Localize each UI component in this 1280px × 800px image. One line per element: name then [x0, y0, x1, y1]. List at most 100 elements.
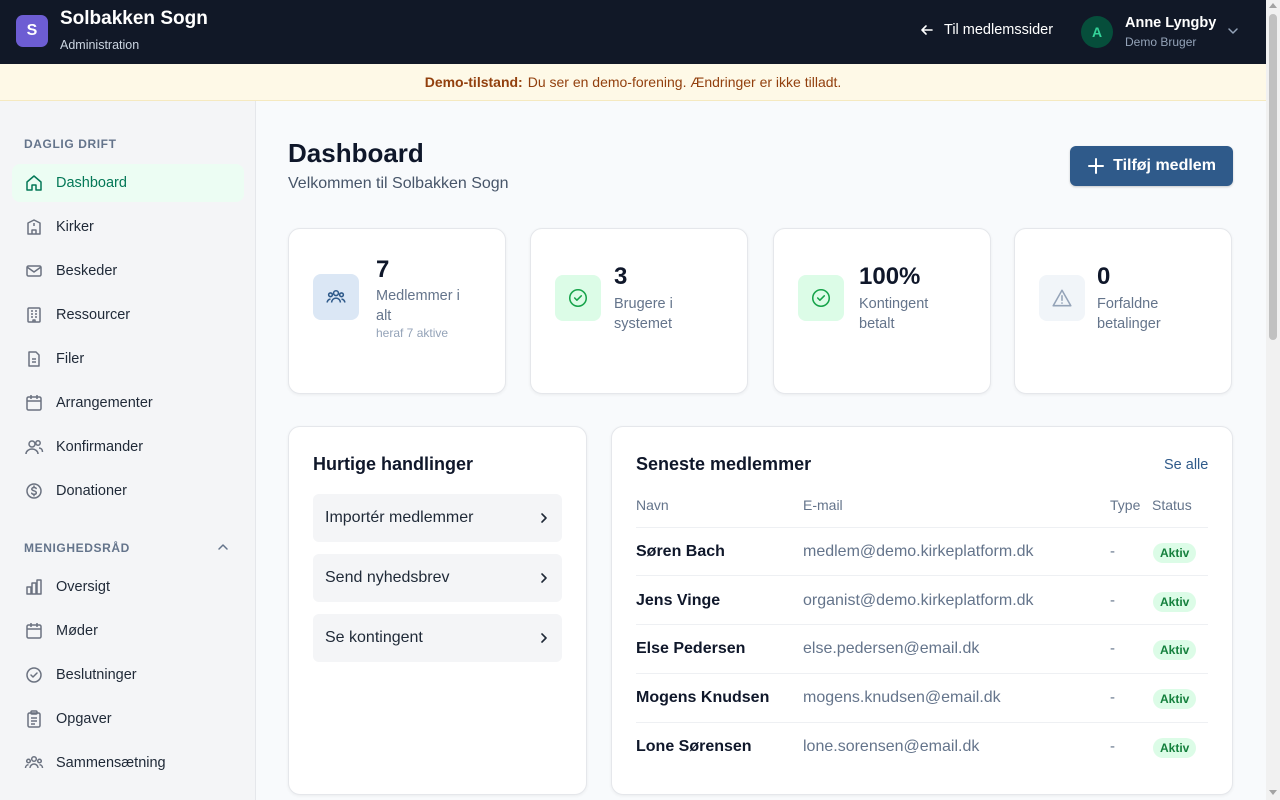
back-link-label: Til medlemssider	[944, 22, 1054, 38]
bar-chart-icon	[26, 579, 42, 595]
sidebar-item-label: Konfirmander	[56, 439, 144, 455]
column-header-email[interactable]: E-mail	[803, 497, 843, 513]
demo-banner-text: Du ser en demo-forening. Ændringer er ik…	[527, 74, 842, 90]
table-divider	[636, 575, 1208, 576]
sidebar-item-opgaver[interactable]: Opgaver	[12, 700, 244, 738]
status-badge: Aktiv	[1153, 640, 1197, 660]
chevron-up-icon[interactable]	[216, 540, 230, 554]
member-name[interactable]: Mogens Knudsen	[636, 689, 769, 707]
sidebar-item-donationer[interactable]: Donationer	[12, 472, 244, 510]
users-icon	[313, 274, 359, 320]
sidebar-item-label: Filer	[56, 351, 85, 367]
status-badge: Aktiv	[1153, 592, 1197, 612]
see-all-link[interactable]: Se alle	[1164, 457, 1208, 473]
home-icon	[26, 175, 42, 191]
sidebar-item-filer[interactable]: Filer	[12, 340, 244, 378]
chevron-down-icon[interactable]	[1226, 24, 1240, 38]
sidebar-item-konfirmander[interactable]: Konfirmander	[12, 428, 244, 466]
page-scrollbar[interactable]	[1266, 0, 1280, 800]
warning-icon	[1039, 275, 1085, 321]
clipboard-icon	[27, 710, 41, 728]
member-name[interactable]: Lone Sørensen	[636, 738, 752, 756]
quick-action-label: Se kontingent	[325, 629, 423, 646]
stat-label: Brugere i systemet	[614, 296, 673, 332]
top-bar: S Solbakken Sogn Administration Til medl…	[0, 0, 1266, 64]
member-name[interactable]: Jens Vinge	[636, 592, 720, 610]
avatar[interactable]: A	[1081, 16, 1113, 48]
sidebar-item-beskeder[interactable]: Beskeder	[12, 252, 244, 290]
quick-action-label: Send nyhedsbrev	[325, 569, 450, 586]
demo-banner: Demo-tilstand: Du ser en demo-forening. …	[0, 64, 1266, 101]
stat-note: heraf 7 aktive	[376, 326, 449, 340]
sidebar-item-moder[interactable]: Møder	[12, 612, 244, 650]
group-icon	[24, 755, 44, 769]
member-type: -	[1110, 592, 1115, 609]
user-role: Demo Bruger	[1125, 35, 1197, 49]
sidebar-item-kirker[interactable]: Kirker	[12, 208, 244, 246]
sidebar: DAGLIG DRIFT Dashboard Kirker Beskeder R…	[0, 101, 256, 800]
sidebar-item-ressourcer[interactable]: Ressourcer	[12, 296, 244, 334]
sidebar-item-label: Ressourcer	[56, 307, 131, 323]
table-divider	[636, 673, 1208, 674]
member-email[interactable]: else.pedersen@email.dk	[803, 640, 979, 658]
sidebar-item-label: Beslutninger	[56, 667, 137, 683]
column-header-name[interactable]: Navn	[636, 497, 669, 513]
member-email[interactable]: medlem@demo.kirkeplatform.dk	[803, 543, 1034, 561]
member-name[interactable]: Søren Bach	[636, 543, 725, 561]
add-member-button[interactable]: Tilføj medlem	[1070, 146, 1233, 186]
member-type: -	[1110, 543, 1115, 560]
scroll-thumb[interactable]	[1269, 14, 1277, 340]
building-icon	[27, 307, 41, 323]
stat-value: 7	[376, 256, 390, 283]
table-divider	[636, 722, 1208, 723]
user-name[interactable]: Anne Lyngby	[1125, 15, 1216, 31]
sidebar-item-label: Kirker	[56, 219, 94, 235]
member-email[interactable]: organist@demo.kirkeplatform.dk	[803, 592, 1034, 610]
sidebar-section-council[interactable]: MENIGHEDSRÅD	[24, 541, 130, 555]
member-type: -	[1110, 640, 1115, 657]
app-subtitle: Administration	[60, 38, 140, 52]
quick-action-label: Importér medlemmer	[325, 509, 474, 526]
stat-card-members: 7 Medlemmer i alt heraf 7 aktive	[288, 228, 506, 394]
chevron-right-icon	[541, 573, 547, 583]
scroll-up-arrow[interactable]	[1269, 3, 1277, 8]
member-name[interactable]: Else Pedersen	[636, 640, 745, 658]
table-divider	[636, 527, 1208, 528]
stat-value: 100%	[859, 263, 921, 290]
calendar-icon	[26, 395, 42, 411]
quick-action-newsletter[interactable]: Send nyhedsbrev	[313, 554, 562, 602]
member-email[interactable]: lone.sorensen@email.dk	[803, 738, 979, 756]
check-circle-icon	[26, 667, 42, 683]
member-email[interactable]: mogens.knudsen@email.dk	[803, 689, 1001, 707]
users-icon	[25, 440, 44, 455]
chevron-right-icon	[541, 513, 547, 523]
sidebar-section-daily: DAGLIG DRIFT	[24, 137, 117, 151]
app-logo[interactable]: S	[16, 15, 48, 47]
quick-action-import[interactable]: Importér medlemmer	[313, 494, 562, 542]
page-title: Dashboard	[288, 138, 424, 168]
sidebar-item-label: Donationer	[56, 483, 127, 499]
stat-card-users: 3 Brugere i systemet	[530, 228, 748, 394]
app-title[interactable]: Solbakken Sogn	[60, 8, 208, 30]
sidebar-item-arrangementer[interactable]: Arrangementer	[12, 384, 244, 422]
page-subtitle: Velkommen til Solbakken Sogn	[288, 175, 509, 192]
recent-members-title: Seneste medlemmer	[636, 454, 812, 474]
sidebar-item-dashboard[interactable]: Dashboard	[12, 164, 244, 202]
scroll-down-arrow[interactable]	[1269, 790, 1277, 795]
column-header-type[interactable]: Type	[1110, 497, 1140, 513]
sidebar-item-label: Dashboard	[56, 175, 127, 191]
quick-action-dues[interactable]: Se kontingent	[313, 614, 562, 662]
column-header-status[interactable]: Status	[1152, 497, 1192, 513]
arrow-left-icon	[921, 25, 933, 35]
sidebar-item-sammensaetning[interactable]: Sammensætning	[12, 744, 244, 782]
member-type: -	[1110, 689, 1115, 706]
sidebar-item-beslutninger[interactable]: Beslutninger	[12, 656, 244, 694]
back-to-members-link[interactable]: Til medlemssider	[920, 22, 1053, 38]
sidebar-item-oversigt[interactable]: Oversigt	[12, 568, 244, 606]
stat-card-overdue: 0 Forfaldne betalinger	[1014, 228, 1232, 394]
recent-members-card: Seneste medlemmer Se alle Navn E-mail Ty…	[611, 426, 1233, 795]
sidebar-item-label: Møder	[56, 623, 98, 639]
plus-icon	[1088, 158, 1105, 174]
stat-card-payments: 100% Kontingent betalt	[773, 228, 991, 394]
check-circle-icon	[798, 275, 844, 321]
